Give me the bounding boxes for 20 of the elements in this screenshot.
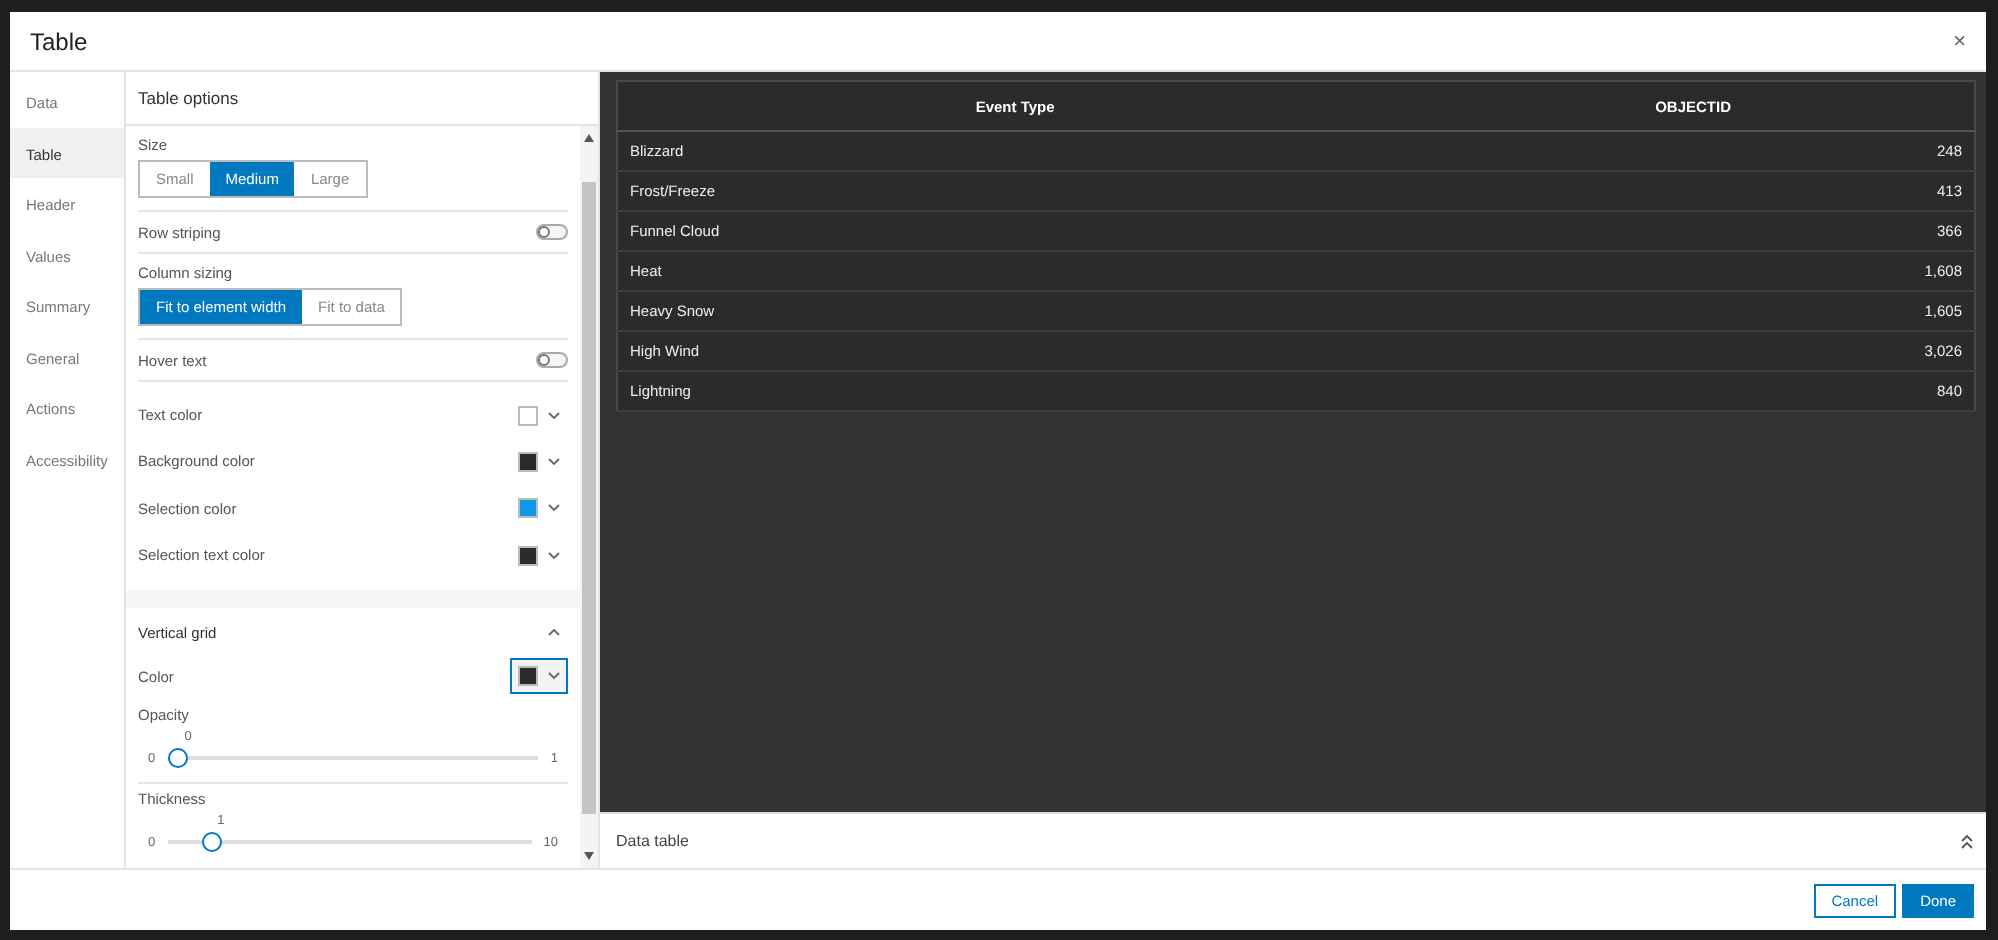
toggle-switch[interactable] <box>536 224 568 240</box>
color-picker[interactable] <box>510 658 568 695</box>
expand-button[interactable] <box>1960 833 1974 849</box>
panel-title: Table options <box>126 72 598 126</box>
scroll-up-icon[interactable] <box>584 134 594 142</box>
chevron-down-icon <box>548 672 560 681</box>
panel-title: Data table <box>616 832 689 850</box>
double-chevron-up-icon <box>1960 833 1974 849</box>
chevron-down-icon <box>548 411 560 420</box>
chevron-down-icon <box>548 457 560 466</box>
slider-thumb[interactable] <box>167 748 188 769</box>
slider-thumb[interactable] <box>201 832 222 853</box>
toggle-switch[interactable] <box>536 352 568 368</box>
chevron-down-icon <box>548 504 560 513</box>
scrollbar[interactable] <box>580 126 598 868</box>
scroll-down-icon[interactable] <box>584 852 594 860</box>
chevron-up-icon <box>548 628 560 637</box>
close-button[interactable]: × <box>1949 29 1970 53</box>
chevron-down-icon <box>548 551 560 560</box>
dialog-title: Table <box>30 27 88 55</box>
